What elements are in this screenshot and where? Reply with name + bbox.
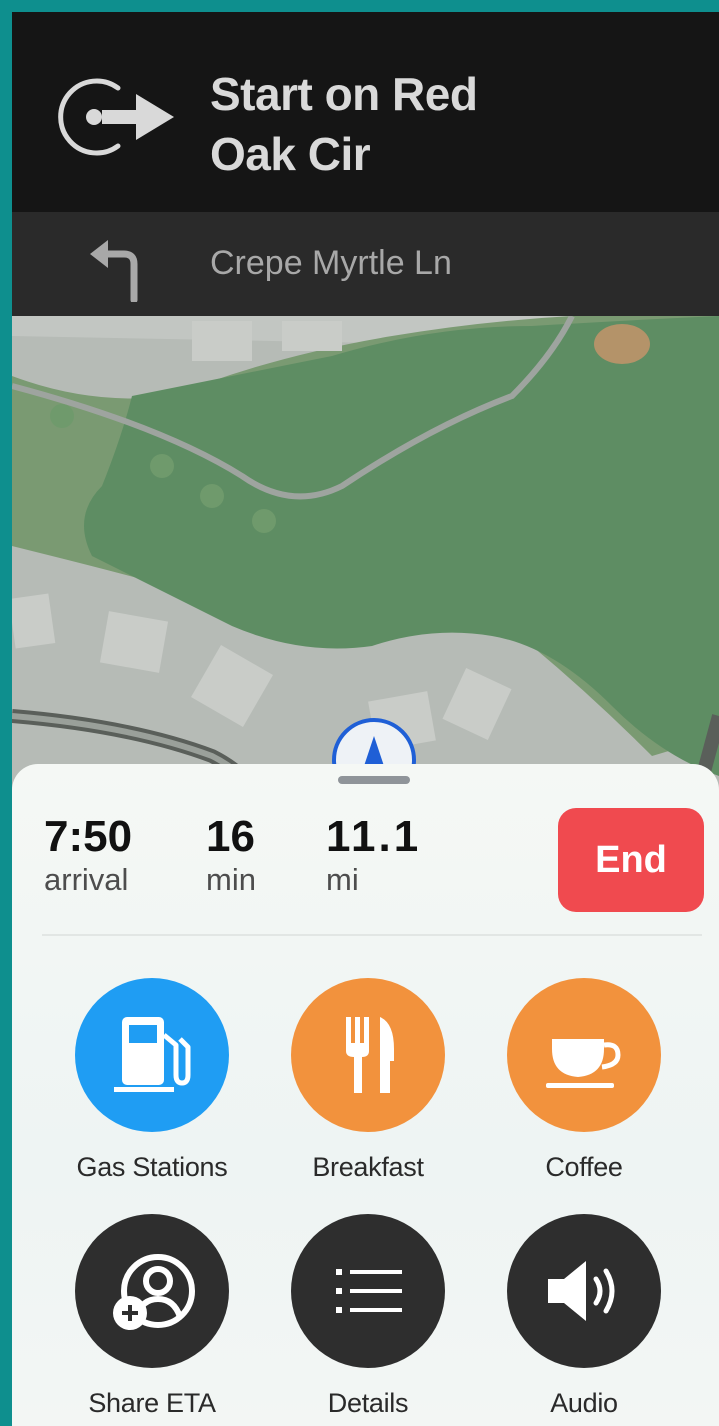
distance-label: mi (326, 862, 359, 897)
duration-stat: 16 min (206, 812, 256, 898)
share-eta-button[interactable]: Share ETA (52, 1214, 252, 1419)
instruction-banner[interactable]: Start on Red Oak Cir (12, 12, 719, 212)
audio-circle (507, 1214, 661, 1368)
arrival-value: 7:50 (44, 812, 133, 861)
coffee-circle (507, 978, 661, 1132)
sheet-grabber[interactable] (338, 776, 410, 784)
gas-stations-circle (75, 978, 229, 1132)
instruction-line-2: Oak Cir (210, 128, 371, 180)
next-maneuver-bar[interactable]: Crepe Myrtle Ln (12, 212, 719, 316)
details-label: Details (327, 1388, 409, 1418)
audio-label: Audio (550, 1388, 618, 1418)
list-icon (336, 1269, 402, 1313)
start-route-icon (58, 78, 174, 156)
gas-pump-icon (114, 1017, 191, 1092)
speaker-icon (548, 1261, 615, 1321)
breakfast-label: Breakfast (312, 1152, 424, 1182)
trip-sheet: 7:50 arrival 16 min 11.1 mi End Gas Stat… (12, 764, 719, 1426)
audio-button[interactable]: Audio (484, 1214, 684, 1419)
instruction-line-1: Start on Red (210, 68, 478, 120)
details-button[interactable]: Details (268, 1214, 468, 1419)
map-view[interactable] (12, 316, 719, 816)
coffee-cup-icon (546, 1039, 621, 1088)
turn-left-icon (90, 240, 138, 302)
gas-stations-label: Gas Stations (76, 1152, 228, 1182)
divider (42, 934, 702, 936)
arrival-label: arrival (44, 862, 129, 897)
share-eta-circle (75, 1214, 229, 1368)
duration-label: min (206, 862, 256, 897)
distance-stat: 11.1 mi (326, 812, 421, 898)
fork-knife-icon (346, 1017, 394, 1093)
share-eta-label: Share ETA (88, 1388, 216, 1418)
duration-value: 16 (206, 812, 255, 861)
next-street-label: Crepe Myrtle Ln (210, 244, 452, 282)
breakfast-button[interactable]: Breakfast (268, 978, 468, 1183)
details-circle (291, 1214, 445, 1368)
breakfast-circle (291, 978, 445, 1132)
arrival-stat: 7:50 arrival (44, 812, 132, 898)
coffee-label: Coffee (545, 1152, 623, 1182)
gas-stations-button[interactable]: Gas Stations (52, 978, 252, 1183)
instruction-title: Start on Red Oak Cir (210, 64, 690, 184)
distance-value: 11.1 (326, 812, 422, 861)
navigation-screen: Start on Red Oak Cir Crepe Myrtle Ln 7:5… (12, 12, 719, 1426)
share-eta-icon (113, 1254, 195, 1330)
end-route-button[interactable]: End (558, 808, 704, 912)
coffee-button[interactable]: Coffee (484, 978, 684, 1183)
